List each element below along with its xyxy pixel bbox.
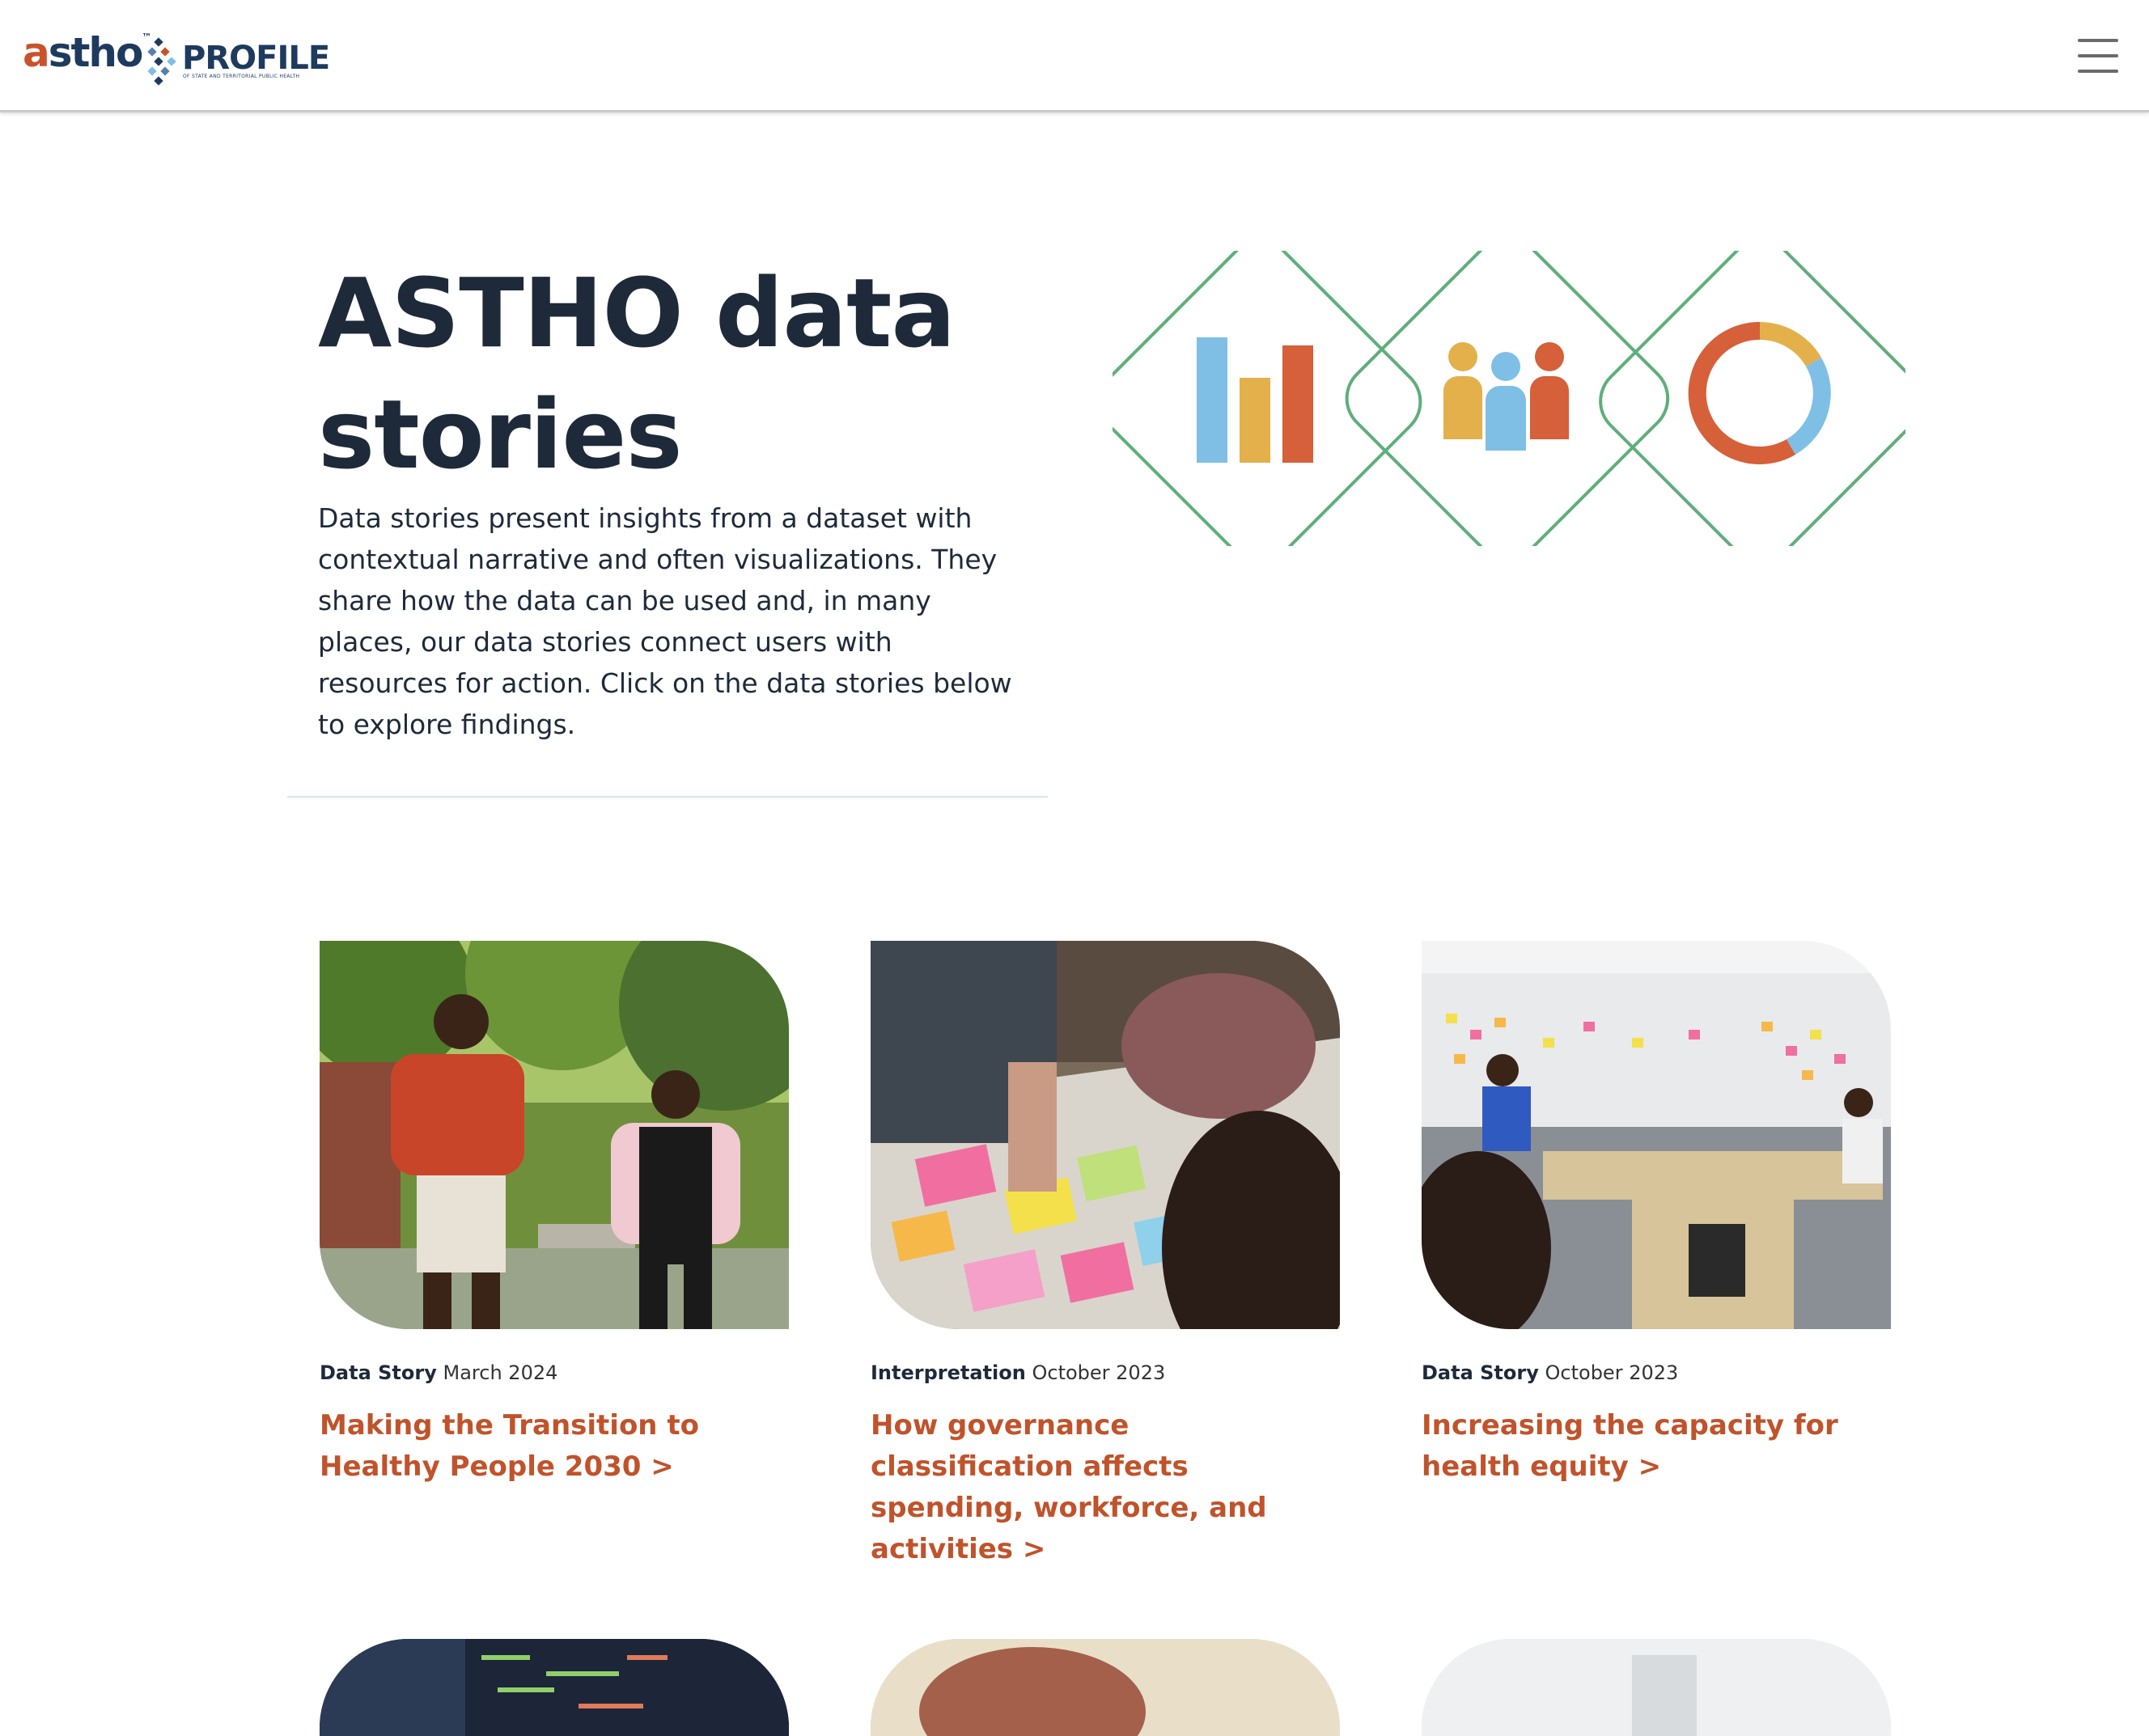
card-title-link[interactable]: Making the Transition to Healthy People … [320,1405,740,1488]
story-card-image-partial[interactable] [871,1639,1340,1736]
story-card[interactable]: Data Story October 2023 Increasing the c… [1422,941,1899,1488]
astho-logo[interactable]: astho™ [23,32,151,73]
hamburger-menu-button[interactable] [2078,39,2118,73]
two-people-jogging-photo[interactable] [320,941,789,1329]
hamburger-icon-line [2078,54,2118,57]
card-meta: Data Story March 2024 [320,1361,797,1384]
meeting-room-photo[interactable] [1422,941,1891,1329]
card-meta: Data Story October 2023 [1422,1361,1899,1384]
profile-logo-subtitle: OF STATE AND TERRITORIAL PUBLIC HEALTH [183,74,300,79]
story-card[interactable]: Data Story March 2024 Making the Transit… [320,941,797,1488]
story-card-image-partial[interactable] [1422,1639,1891,1736]
card-date: October 2023 [1545,1361,1679,1384]
diamond-outline [1599,251,1905,546]
card-meta: Interpretation October 2023 [871,1361,1348,1384]
astho-logo-text: stho [48,29,144,76]
card-title-link[interactable]: How governance classification affects sp… [871,1405,1291,1570]
profile-logo-mark-icon [147,37,176,86]
card-date: October 2023 [1032,1361,1166,1384]
profile-logo-text[interactable]: PROFILE [182,42,330,74]
card-type: Data Story [1422,1361,1539,1384]
astho-logo-a: a [23,29,50,76]
card-type: Interpretation [871,1361,1026,1384]
card-type: Data Story [320,1361,437,1384]
diamond-outline [1113,251,1422,546]
site-header: astho™ PROFILE OF STATE AND TERRITORIAL … [0,0,2149,112]
bar-chart-icon [1197,337,1313,463]
hamburger-icon-line [2078,70,2118,73]
story-card-image-partial[interactable] [320,1639,789,1736]
donut-chart-icon [1688,321,1831,464]
card-title-link[interactable]: Increasing the capacity for health equit… [1422,1405,1842,1488]
story-card[interactable]: Interpretation October 2023 How governan… [871,941,1348,1570]
hero-description: Data stories present insights from a dat… [318,502,1012,740]
hamburger-icon [2078,39,2118,42]
people-icon [1443,342,1569,451]
sticky-notes-planning-photo[interactable] [871,941,1340,1329]
hero-illustration [1113,251,1905,546]
page-title: ASTHO data stories [318,257,956,490]
card-date: March 2024 [443,1361,558,1384]
divider [287,796,1048,798]
